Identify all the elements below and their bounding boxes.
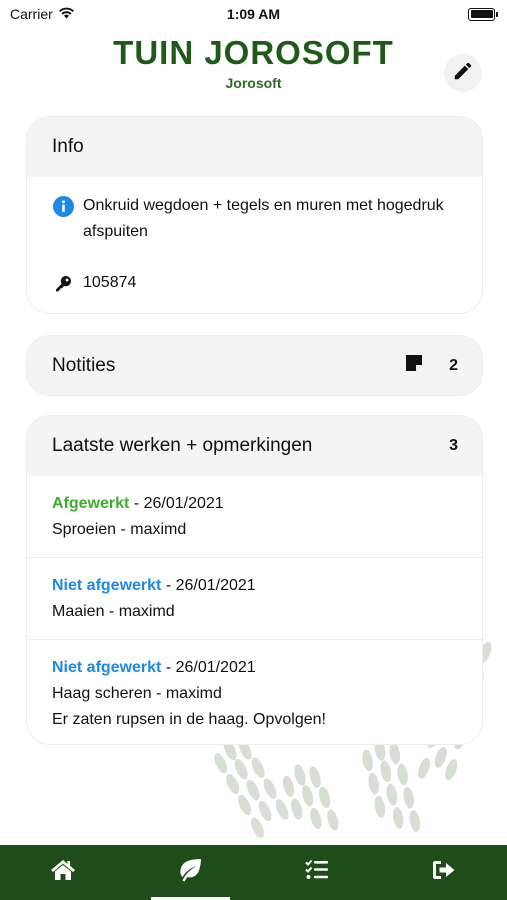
sign-out-icon bbox=[432, 860, 456, 885]
tab-logout[interactable] bbox=[380, 845, 507, 900]
work-item[interactable]: Afgewerkt - 26/01/2021 Sproeien - maximd bbox=[27, 476, 482, 558]
works-card: Laatste werken + opmerkingen 3 Afgewerkt… bbox=[26, 415, 483, 745]
info-description: Onkruid wegdoen + tegels en muren met ho… bbox=[83, 197, 444, 240]
tab-home[interactable] bbox=[0, 845, 127, 900]
notes-title: Notities bbox=[52, 354, 116, 376]
info-description-row: Onkruid wegdoen + tegels en muren met ho… bbox=[27, 193, 482, 245]
info-title: Info bbox=[52, 136, 84, 157]
notes-card-header[interactable]: Notities 2 bbox=[27, 336, 482, 395]
works-title: Laatste werken + opmerkingen bbox=[52, 435, 313, 456]
notes-card[interactable]: Notities 2 bbox=[26, 335, 483, 396]
info-code: 105874 bbox=[83, 274, 137, 291]
edit-button[interactable] bbox=[444, 54, 482, 92]
info-card-header: Info bbox=[27, 117, 482, 177]
clock: 1:09 AM bbox=[226, 6, 281, 22]
work-status: Afgewerkt bbox=[52, 495, 130, 512]
work-item[interactable]: Niet afgewerkt - 26/01/2021 Haag scheren… bbox=[27, 640, 482, 733]
work-status: Niet afgewerkt bbox=[52, 659, 162, 676]
work-date: - 26/01/2021 bbox=[161, 577, 256, 594]
home-icon bbox=[50, 859, 76, 886]
battery-icon bbox=[468, 7, 498, 21]
tab-bar bbox=[0, 845, 507, 900]
carrier-label: Carrier bbox=[10, 6, 53, 22]
work-description: Maaien - maximd bbox=[52, 603, 175, 620]
app-subtitle: Jorosoft bbox=[225, 75, 282, 91]
app-title: TUIN JOROSOFT bbox=[113, 34, 394, 71]
info-circle-icon bbox=[52, 193, 74, 219]
works-card-header: Laatste werken + opmerkingen 3 bbox=[27, 416, 482, 476]
work-date: - 26/01/2021 bbox=[161, 659, 256, 676]
work-status: Niet afgewerkt bbox=[52, 577, 162, 594]
header: TUIN JOROSOFT Jorosoft bbox=[0, 34, 507, 91]
key-icon bbox=[52, 270, 74, 296]
tab-garden[interactable] bbox=[127, 845, 254, 900]
work-remark: Er zaten rupsen in de haag. Opvolgen! bbox=[52, 711, 326, 728]
wifi-icon bbox=[58, 6, 75, 22]
tab-tasks[interactable] bbox=[254, 845, 381, 900]
info-card: Info Onkruid wegdoen + tegels en muren m… bbox=[26, 116, 483, 314]
leaf-icon bbox=[177, 858, 203, 887]
sticky-note-icon bbox=[405, 354, 423, 377]
work-description: Haag scheren - maximd bbox=[52, 685, 222, 702]
work-date: - 26/01/2021 bbox=[129, 495, 224, 512]
notes-count: 2 bbox=[449, 356, 458, 374]
checklist-icon bbox=[305, 859, 329, 886]
work-item[interactable]: Niet afgewerkt - 26/01/2021 Maaien - max… bbox=[27, 558, 482, 640]
works-count: 3 bbox=[449, 437, 458, 454]
status-bar: Carrier 1:09 AM bbox=[0, 0, 507, 28]
info-code-row: 105874 bbox=[27, 270, 482, 296]
pencil-icon bbox=[452, 60, 474, 87]
work-description: Sproeien - maximd bbox=[52, 521, 187, 538]
